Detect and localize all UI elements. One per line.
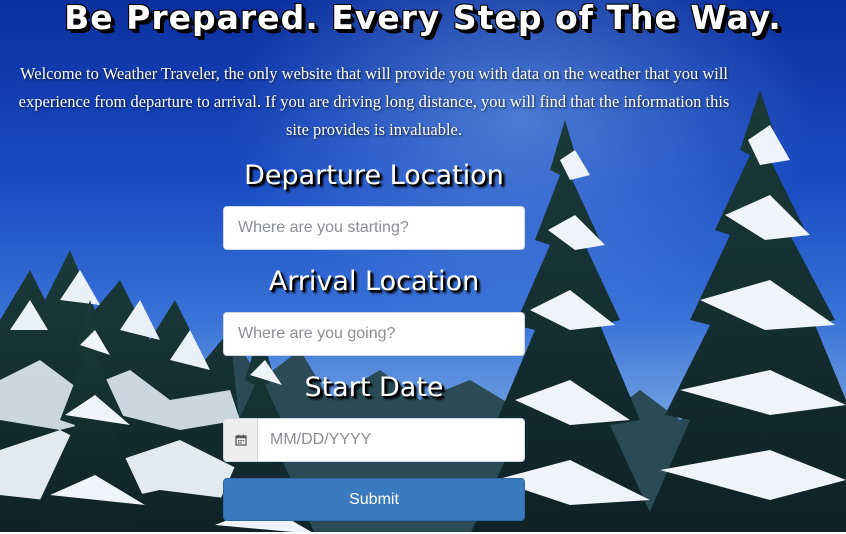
submit-button[interactable]: Submit (223, 478, 525, 521)
arrival-input[interactable] (223, 312, 525, 356)
calendar-icon[interactable] (224, 419, 258, 461)
page-headline: Be Prepared. Every Step of The Way. (64, 0, 782, 37)
departure-label: Departure Location (244, 160, 504, 191)
start-date-group (223, 418, 525, 462)
start-date-input[interactable] (258, 419, 524, 461)
departure-input[interactable] (223, 206, 525, 250)
arrival-label: Arrival Location (268, 266, 480, 297)
intro-text: Welcome to Weather Traveler, the only we… (18, 64, 730, 139)
start-date-label: Start Date (304, 372, 444, 403)
